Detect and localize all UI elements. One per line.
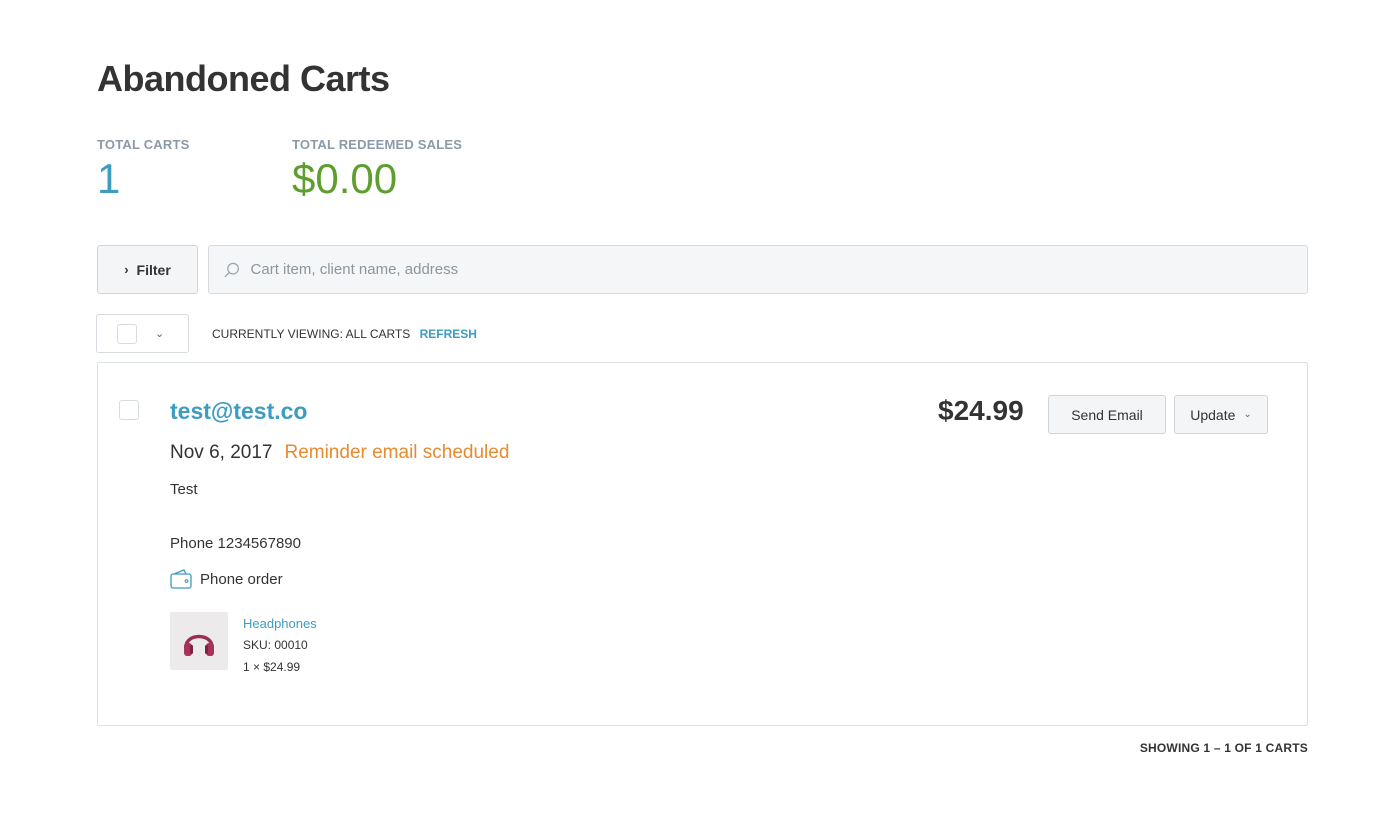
pagination-status: SHOWING 1 – 1 OF 1 CARTS <box>1139 741 1308 755</box>
item-sku: SKU: 00010 <box>243 638 308 652</box>
select-all-checkbox[interactable] <box>117 323 137 344</box>
cart-checkbox[interactable] <box>119 400 139 420</box>
cart-card: test@test.co Nov 6, 2017 Reminder email s… <box>97 362 1308 726</box>
total-carts-label: TOTAL CARTS <box>97 137 190 152</box>
total-sales-value: $0.00 <box>292 155 398 202</box>
item-thumbnail <box>170 612 228 670</box>
cart-status: Reminder email scheduled <box>284 442 510 463</box>
chevron-right-icon: › <box>124 262 129 277</box>
headphones-icon <box>184 634 214 656</box>
update-button[interactable]: Update ⌄ <box>1174 395 1268 434</box>
item-qty-price: 1 × $24.99 <box>243 660 301 674</box>
cart-client-name: Test <box>170 481 198 498</box>
total-carts-stat: TOTAL CARTS 1 <box>97 137 189 200</box>
chevron-down-icon: ⌄ <box>1243 409 1252 420</box>
order-type-label: Phone order <box>200 570 283 588</box>
cart-phone: Phone 1234567890 <box>170 535 301 552</box>
cart-email-link[interactable]: test@test.co <box>170 398 307 425</box>
page-title: Abandoned Carts <box>97 58 390 99</box>
send-email-button[interactable]: Send Email <box>1048 395 1166 434</box>
refresh-link[interactable]: REFRESH <box>420 327 477 341</box>
cart-date-line: Nov 6, 2017 Reminder email scheduled <box>170 442 509 464</box>
bulk-select-dropdown[interactable]: ⌄ <box>96 314 189 353</box>
chevron-down-icon[interactable]: ⌄ <box>155 327 164 340</box>
search-icon <box>224 262 239 277</box>
wallet-icon <box>170 569 192 589</box>
cart-total: $24.99 <box>938 395 1024 426</box>
item-name-link[interactable]: Headphones <box>243 616 317 631</box>
total-sales-label: TOTAL REDEEMED SALES <box>292 137 463 152</box>
filter-button[interactable]: › Filter <box>97 245 198 294</box>
total-carts-value: 1 <box>97 155 121 202</box>
cart-date: Nov 6, 2017 <box>170 442 273 463</box>
total-sales-stat: TOTAL REDEEMED SALES $0.00 <box>292 137 462 200</box>
viewing-text: CURRENTLY VIEWING: ALL CARTS <box>212 327 411 341</box>
search-input[interactable] <box>250 261 1307 278</box>
cart-order-type: Phone order <box>170 569 283 589</box>
filter-label: Filter <box>136 261 171 278</box>
search-box[interactable] <box>208 245 1308 294</box>
viewing-status: CURRENTLY VIEWING: ALL CARTS REFRESH <box>212 327 477 341</box>
update-label: Update <box>1190 406 1236 423</box>
